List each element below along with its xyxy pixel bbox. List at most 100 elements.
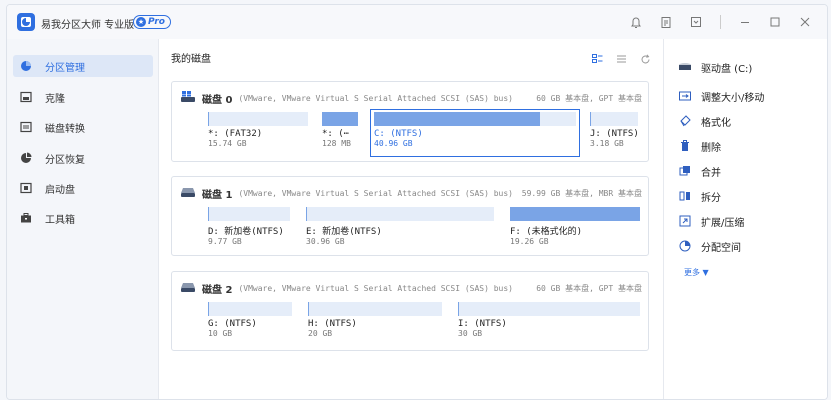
disk-info: 60 GB 基本盘, GPT 基本盘: [536, 93, 642, 103]
partition-0-2[interactable]: C: (NTFS) 40.96 GB: [370, 109, 580, 157]
partition-label: H: (NTFS): [308, 319, 357, 329]
extend-icon: [678, 214, 692, 228]
partition-2-0[interactable]: G: (NTFS) 10 GB: [208, 302, 292, 338]
partition-size: 30 GB: [458, 329, 483, 338]
action-label: 合并: [701, 167, 721, 179]
refresh-icon[interactable]: [639, 53, 651, 65]
grid-view-icon[interactable]: [591, 53, 603, 65]
partition-2-1[interactable]: H: (NTFS) 20 GB: [308, 302, 442, 338]
partition-1-1[interactable]: E: 新加卷(NTFS) 30.96 GB: [306, 207, 494, 246]
partition-usage-fill: [511, 207, 640, 221]
minimize-icon[interactable]: [737, 14, 753, 30]
partition-usage-bar: [590, 112, 638, 126]
disk-header: 磁盘 2 (VMware, VMware Virtual S Serial At…: [180, 280, 642, 296]
titlebar-separator: [720, 15, 721, 29]
partition-size: 15.74 GB: [208, 139, 247, 148]
title-bar: 易我分区大师 专业版 ★ Pro: [7, 5, 827, 39]
disk-name: 磁盘 1: [202, 189, 233, 201]
disk-drive-icon: [180, 281, 196, 296]
list-view-icon[interactable]: [615, 53, 627, 65]
pro-badge[interactable]: ★ Pro: [133, 15, 171, 29]
split-icon: [678, 189, 692, 203]
menu-dropdown-icon[interactable]: [688, 14, 704, 30]
partition-label: G: (NTFS): [208, 319, 257, 329]
sidebar-item-label: 分区管理: [45, 62, 85, 74]
format-icon: [678, 114, 692, 128]
view-toggle: [591, 53, 651, 65]
partition-usage-bar: [208, 207, 290, 221]
partition-usage-bar: [208, 112, 308, 126]
partition-label: C: (NTFS): [374, 129, 423, 139]
titlebar-controls: [628, 14, 813, 30]
disk-name: 磁盘 0: [202, 94, 233, 106]
disk-header: 磁盘 0 (VMware, VMware Virtual S Serial At…: [180, 90, 642, 106]
sidebar-item-clone[interactable]: 克隆: [13, 86, 153, 108]
partition-size: 40.96 GB: [374, 139, 413, 148]
app-window: 易我分区大师 专业版 ★ Pro 分区管理 克隆 磁盘转换 分区恢复 启动盘 工…: [6, 4, 828, 400]
partition-usage-bar: [306, 207, 494, 221]
sidebar-item-disk-convert[interactable]: 磁盘转换: [13, 116, 153, 138]
allocate-icon: [678, 239, 692, 253]
disk-card-1[interactable]: 磁盘 1 (VMware, VMware Virtual S Serial At…: [171, 176, 649, 256]
merge-icon: [678, 164, 692, 178]
action-label: 扩展/压缩: [701, 217, 745, 229]
partition-0-0[interactable]: *: (FAT32) 15.74 GB: [208, 112, 308, 148]
close-icon[interactable]: [797, 14, 813, 30]
action-label: 格式化: [701, 117, 731, 129]
disk-description: (VMware, VMware Virtual S Serial Attache…: [238, 93, 513, 103]
sidebar-item-partition-manage[interactable]: 分区管理: [13, 55, 153, 77]
partition-size: 3.18 GB: [590, 139, 624, 148]
disk-card-2[interactable]: 磁盘 2 (VMware, VMware Virtual S Serial At…: [171, 271, 649, 351]
bell-icon[interactable]: [628, 14, 644, 30]
maximize-icon[interactable]: [767, 14, 783, 30]
sidebar-item-partition-recovery[interactable]: 分区恢复: [13, 147, 153, 169]
app-logo-icon: [17, 13, 35, 31]
more-actions-link[interactable]: 更多 ▼: [684, 267, 709, 278]
partition-2-2[interactable]: I: (NTFS) 30 GB: [458, 302, 640, 338]
partition-usage-bar: [458, 302, 640, 316]
action-split[interactable]: 拆分: [678, 188, 721, 204]
trash-icon: [678, 139, 692, 153]
disk-name: 磁盘 2: [202, 284, 233, 296]
disk-info: 59.99 GB 基本盘, MBR 基本盘: [521, 188, 642, 198]
partition-1-2[interactable]: F: (未格式化的) 19.26 GB: [510, 207, 640, 246]
partition-size: 128 MB: [322, 139, 351, 148]
action-resize-move[interactable]: 调整大小/移动: [678, 88, 764, 104]
sidebar-item-label: 磁盘转换: [45, 123, 85, 135]
action-panel: 驱动盘 (C:) 调整大小/移动 格式化 删除 合并 拆分 扩展/压缩 分配空间…: [663, 39, 827, 399]
partition-size: 19.26 GB: [510, 237, 549, 246]
sidebar-item-toolbox[interactable]: 工具箱: [13, 207, 153, 229]
star-icon: ★: [136, 17, 146, 27]
partition-usage-fill: [323, 112, 358, 126]
sidebar-item-boot-disk[interactable]: 启动盘: [13, 177, 153, 199]
action-extend-shrink[interactable]: 扩展/压缩: [678, 213, 744, 229]
sidebar-item-label: 分区恢复: [45, 154, 85, 166]
partition-usage-bar: [510, 207, 640, 221]
main-panel: 我的磁盘 磁盘 0 (VMware, VMware Virtual S Seri…: [159, 39, 663, 399]
action-allocate-space[interactable]: 分配空间: [678, 238, 741, 254]
selected-drive-label: 驱动盘 (C:): [701, 63, 753, 75]
partition-1-0[interactable]: D: 新加卷(NTFS) 9.77 GB: [208, 207, 290, 246]
drive-icon: [678, 60, 692, 74]
partition-0-3[interactable]: J: (NTFS) 3.18 GB: [590, 112, 639, 148]
action-delete[interactable]: 删除: [678, 138, 721, 154]
partition-0-1[interactable]: *: (⋯ 128 MB: [322, 112, 358, 148]
pro-badge-label: Pro: [148, 17, 165, 27]
disk-windows-icon: [180, 90, 196, 106]
action-label: 分配空间: [701, 242, 741, 254]
action-format[interactable]: 格式化: [678, 113, 731, 129]
recovery-icon: [19, 151, 33, 165]
disk-description: (VMware, VMware Virtual S Serial Attache…: [238, 283, 513, 293]
feedback-icon[interactable]: [658, 14, 674, 30]
sidebar-item-label: 工具箱: [45, 214, 75, 226]
partition-label: *: (⋯: [322, 129, 350, 139]
disk-header: 磁盘 1 (VMware, VMware Virtual S Serial At…: [180, 185, 642, 201]
disk-convert-icon: [19, 120, 33, 134]
action-merge[interactable]: 合并: [678, 163, 721, 179]
toolbox-icon: [19, 211, 33, 225]
partition-size: 10 GB: [208, 329, 233, 338]
disk-card-0[interactable]: 磁盘 0 (VMware, VMware Virtual S Serial At…: [171, 81, 649, 162]
partition-label: F: (未格式化的): [510, 227, 583, 237]
partition-usage-bar: [322, 112, 358, 126]
sidebar: 分区管理 克隆 磁盘转换 分区恢复 启动盘 工具箱: [7, 39, 159, 399]
